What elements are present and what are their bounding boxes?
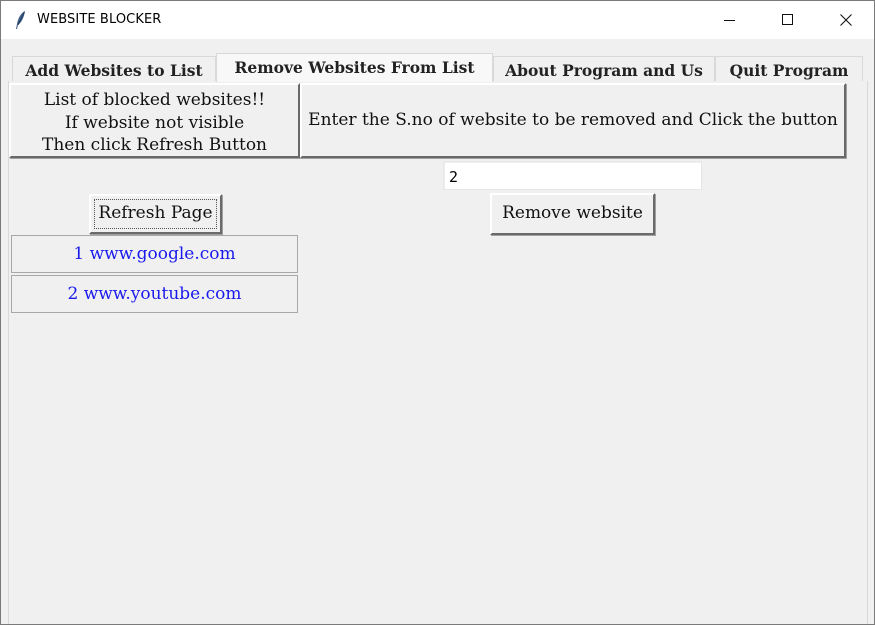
tab-panel	[8, 81, 868, 624]
tab-quit[interactable]: Quit Program	[715, 56, 863, 81]
app-window: WEBSITE BLOCKER Add Websites to List Rem…	[0, 0, 875, 625]
title-bar[interactable]: WEBSITE BLOCKER	[1, 1, 874, 39]
client-area: Add Websites to List Remove Websites Fro…	[1, 39, 874, 624]
tab-about[interactable]: About Program and Us	[493, 56, 715, 81]
window-title: WEBSITE BLOCKER	[37, 12, 162, 27]
maximize-button[interactable]	[759, 1, 817, 39]
minimize-button[interactable]	[701, 1, 759, 39]
tab-add-websites[interactable]: Add Websites to List	[12, 56, 216, 81]
minimize-icon	[724, 20, 735, 21]
maximize-icon	[782, 14, 793, 25]
close-button[interactable]	[817, 1, 875, 39]
feather-icon	[16, 11, 25, 29]
close-icon	[840, 14, 852, 26]
tab-remove-websites[interactable]: Remove Websites From List	[216, 53, 493, 82]
